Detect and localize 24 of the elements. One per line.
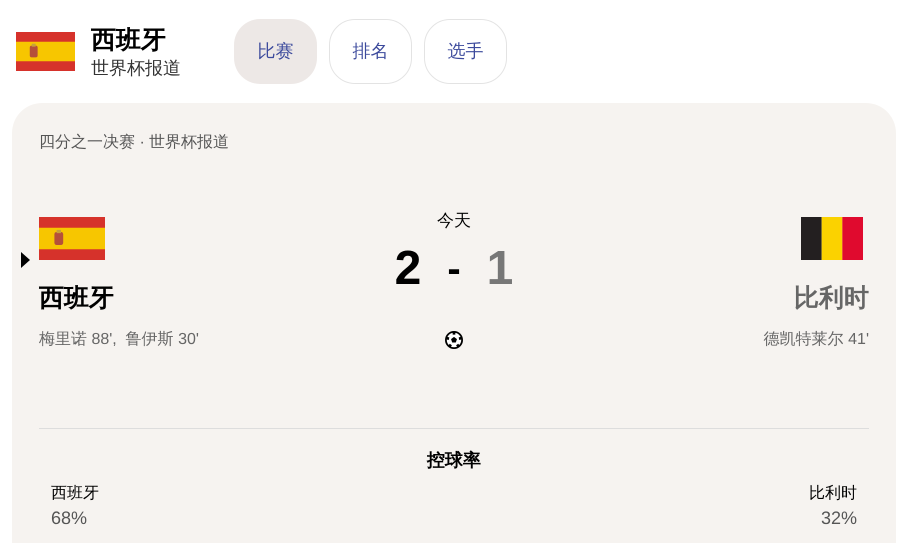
score: 2 <box>394 241 422 297</box>
winner-marker-icon <box>21 252 30 268</box>
score-separator: - <box>447 246 461 293</box>
scorers: 德凯特莱尔 41' <box>764 330 869 350</box>
stat-team: 比利时 <box>809 484 857 504</box>
spain-flag-icon <box>16 32 75 71</box>
scorers: 梅里诺 88', 鲁伊斯 30' <box>39 330 199 350</box>
tab[interactable]: 比赛 <box>234 19 317 84</box>
stat-value: 32% <box>820 507 857 530</box>
team-name: 西班牙 <box>39 283 114 314</box>
stat-title: 控球率 <box>426 449 482 472</box>
match-date: 今天 <box>437 210 471 232</box>
spain-flag-icon <box>39 217 105 260</box>
soccer-ball-icon <box>445 331 463 349</box>
stage-label: 四分之一决赛 · 世界杯报道 <box>39 132 230 153</box>
belgium-flag-icon <box>801 217 863 260</box>
team-subtitle: 世界杯报道 <box>91 56 182 80</box>
tab[interactable]: 排名 <box>329 19 412 84</box>
stat-value: 68% <box>51 507 88 530</box>
team-name: 比利时 <box>794 283 869 314</box>
tab[interactable]: 选手 <box>424 19 507 84</box>
score: 1 <box>486 241 514 297</box>
stat-team: 西班牙 <box>51 484 99 504</box>
team-title: 西班牙 <box>91 24 167 56</box>
